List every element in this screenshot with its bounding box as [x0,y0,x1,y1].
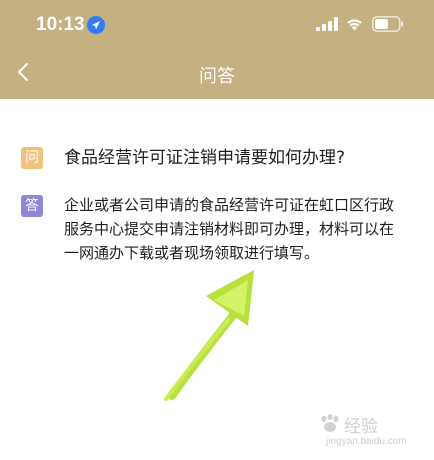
question-badge: 问 [21,147,43,169]
signal-icon [316,17,338,31]
watermark-text: 经验 [344,417,378,437]
status-time: 10:13 [36,14,85,35]
watermark-url: jingyan.baidu.com [326,436,407,447]
answer-text: 企业或者公司申请的食品经营许可证在虹口区行政服务中心提交申请注销材料即可办理，材… [64,196,395,262]
watermark: 经验 jingyan.baidu.com [318,412,418,452]
question-text: 食品经营许可证注销申请要如何办理? [64,148,346,168]
location-arrow-icon [87,16,105,34]
page-title: 问答 [199,66,235,87]
wifi-icon [347,19,362,31]
annotation-arrow-icon [164,270,254,401]
baidu-paw-icon [321,414,339,432]
answer-badge: 答 [21,195,43,217]
header-bar: 10:13 问答 [0,0,434,99]
battery-icon [372,16,404,32]
